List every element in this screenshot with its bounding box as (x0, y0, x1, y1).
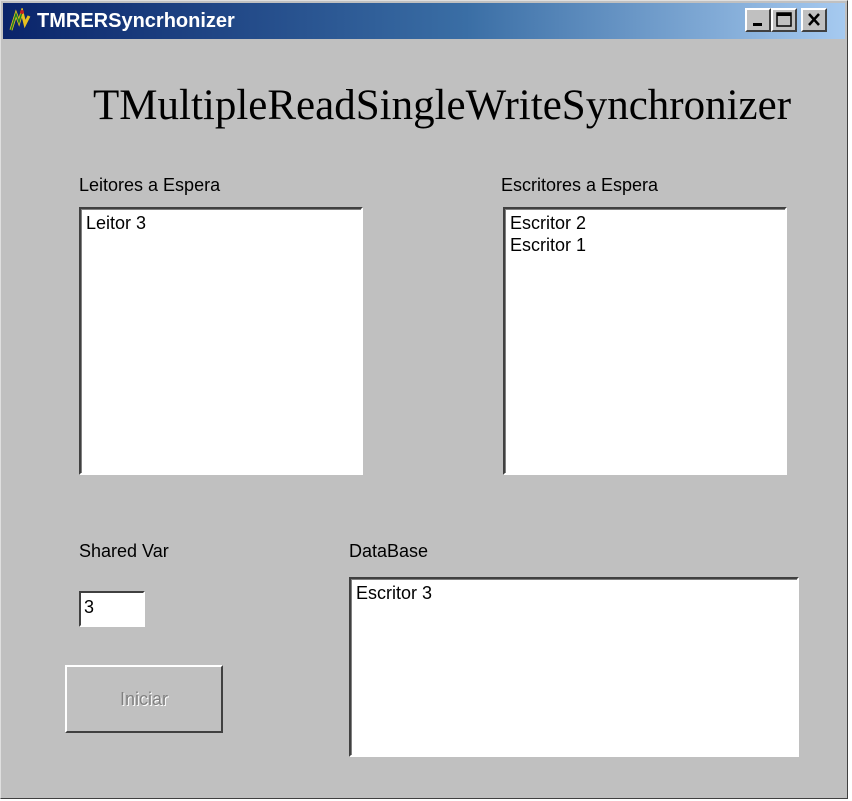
minimize-button[interactable] (745, 8, 771, 32)
list-item[interactable]: Escritor 2 (510, 212, 780, 234)
shared-var-field[interactable]: 3 (79, 591, 145, 627)
writers-label: Escritores a Espera (501, 175, 659, 195)
writers-list[interactable]: Escritor 2 Escritor 1 (503, 207, 787, 475)
start-button[interactable]: Iniciar (65, 665, 223, 733)
shared-var-label: Shared Var (79, 541, 169, 561)
list-item[interactable]: Leitor 3 (86, 212, 356, 234)
main-window: TMRERSyncrhonizer TMultipleReadSingleWri… (0, 0, 848, 799)
start-button-label: Iniciar (119, 688, 168, 709)
maximize-button[interactable] (771, 8, 797, 32)
readers-label: Leitores a Espera (79, 175, 221, 195)
close-button[interactable] (801, 8, 827, 32)
list-item: Escritor 3 (356, 583, 433, 603)
readers-list[interactable]: Leitor 3 (79, 207, 363, 475)
database-memo[interactable]: Escritor 3 (349, 577, 799, 757)
title-bar[interactable]: TMRERSyncrhonizer (3, 3, 845, 39)
window-title: TMRERSyncrhonizer (37, 10, 235, 32)
page-title: TMultipleReadSingleWriteSynchronizer (93, 82, 792, 129)
application-icon[interactable] (7, 6, 33, 34)
database-label: DataBase (349, 541, 429, 561)
list-item[interactable]: Escritor 1 (510, 234, 780, 256)
